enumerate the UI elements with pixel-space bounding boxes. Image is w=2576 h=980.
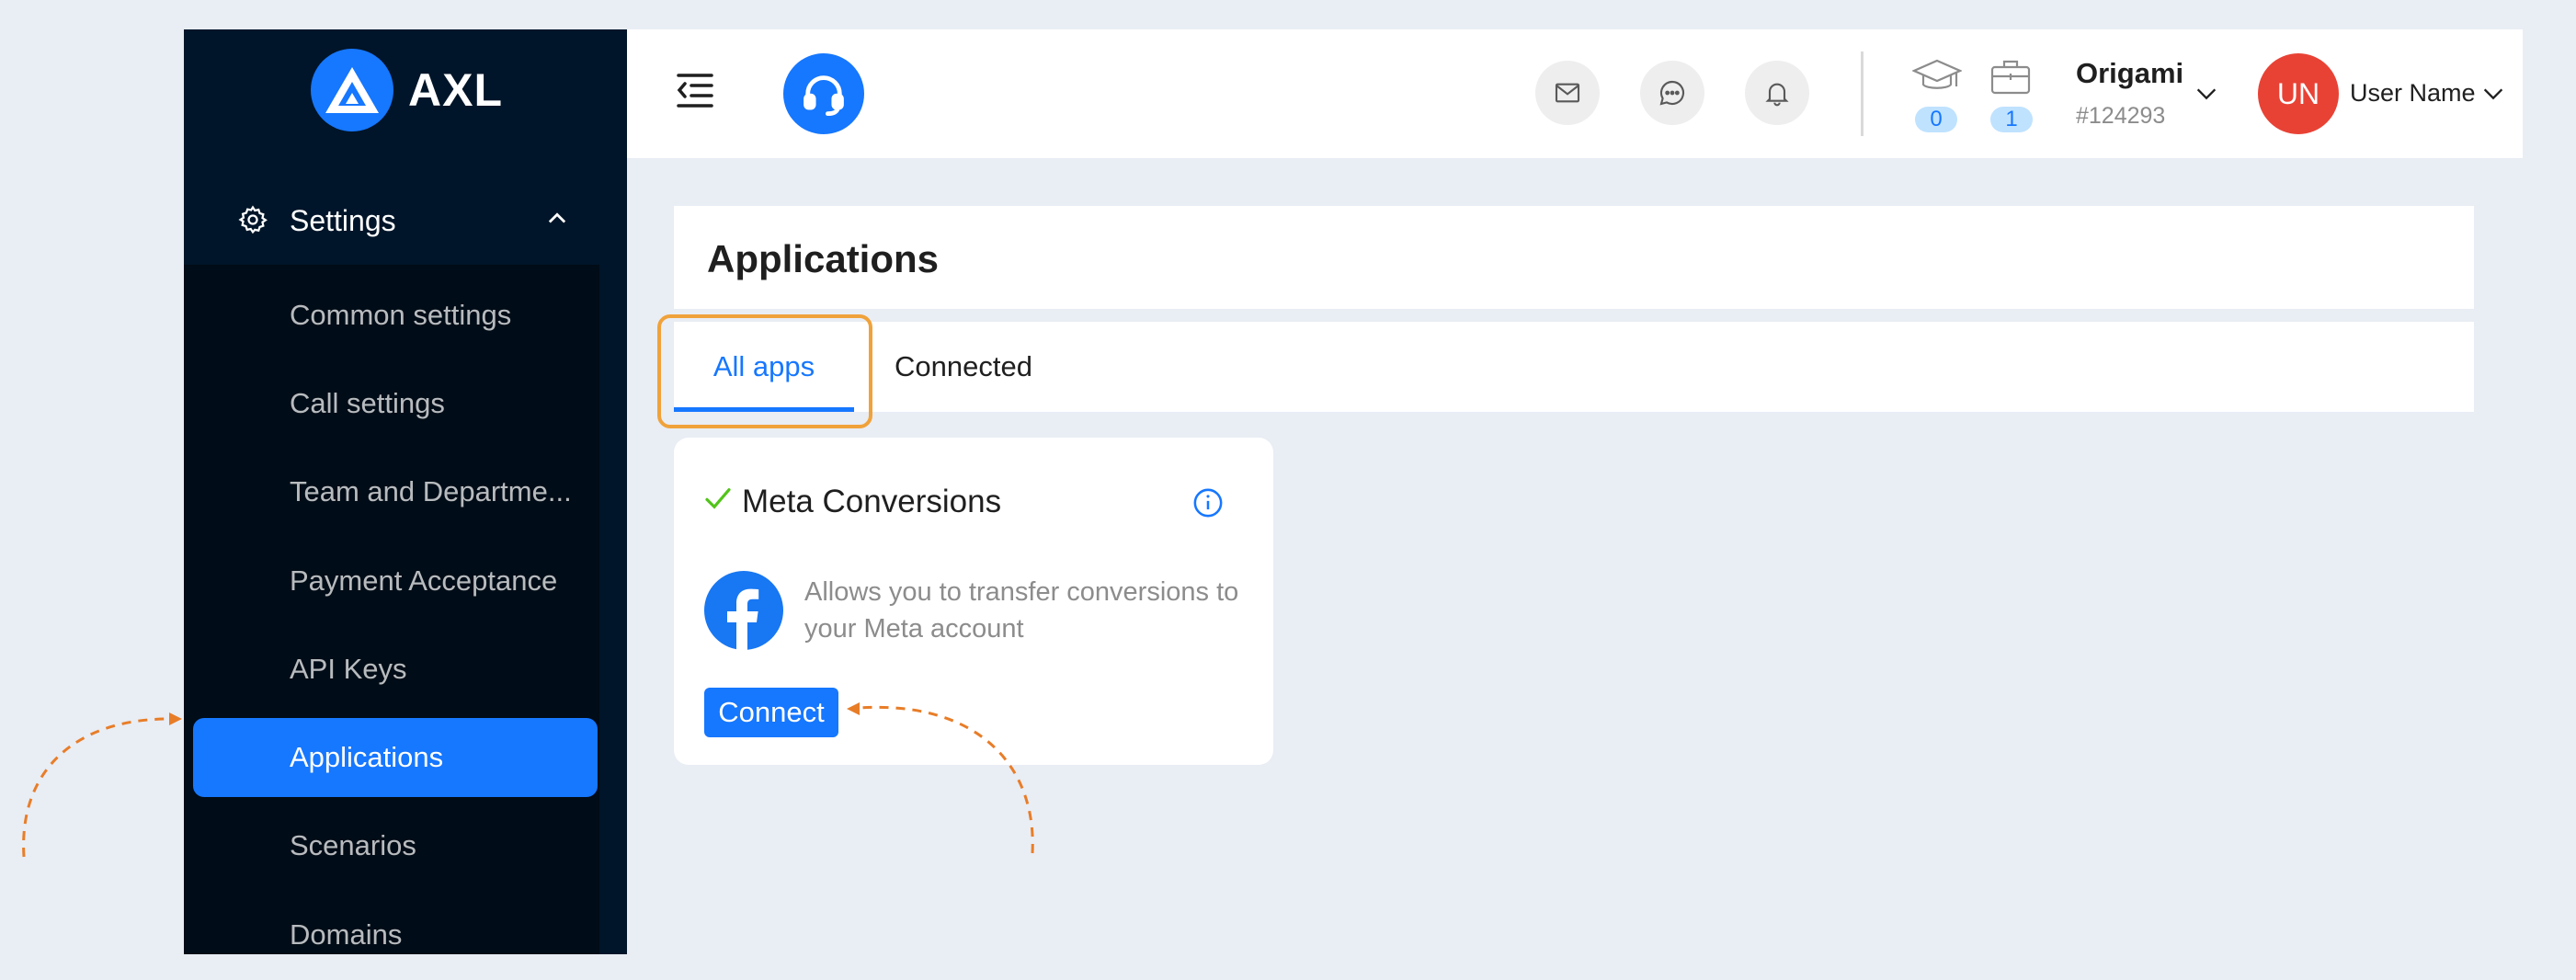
settings-menu-toggle[interactable]: Settings: [184, 186, 627, 256]
graduation-cap-icon[interactable]: [1912, 57, 1962, 97]
mail-button[interactable]: [1535, 61, 1600, 125]
headset-icon: [804, 75, 844, 117]
organization-name[interactable]: Origami: [2076, 57, 2183, 90]
support-button[interactable]: [783, 53, 864, 134]
chat-button[interactable]: [1640, 61, 1704, 125]
sidebar-item-common-settings[interactable]: Common settings: [193, 276, 598, 355]
menu-fold-icon[interactable]: [675, 72, 715, 108]
sidebar-item-applications[interactable]: Applications: [193, 718, 598, 797]
axl-logo-icon: [311, 49, 393, 131]
settings-label: Settings: [290, 203, 396, 237]
page-header-card: Applications: [674, 206, 2474, 309]
courses-count-badge: 0: [1915, 107, 1957, 132]
chat-icon: [1659, 80, 1685, 106]
sidebar: AXL Settings Common settings Call settin…: [184, 29, 627, 954]
organization-id: #124293: [2076, 103, 2166, 129]
annotation-arrow-to-sidebar: [22, 717, 170, 858]
connect-button[interactable]: Connect: [704, 688, 838, 737]
sidebar-item-payment-acceptance[interactable]: Payment Acceptance: [193, 541, 598, 621]
tab-all-apps[interactable]: All apps: [674, 322, 854, 412]
chevron-down-icon[interactable]: [2480, 81, 2506, 107]
mail-icon: [1555, 83, 1580, 103]
page-title: Applications: [707, 237, 940, 280]
sidebar-scrollbar[interactable]: [599, 265, 627, 954]
app-card-meta-conversions: Meta Conversions Allows you to transfer …: [674, 438, 1273, 765]
brand-logo[interactable]: AXL: [311, 48, 503, 132]
tabs-bar: All apps Connected: [674, 322, 2474, 412]
facebook-icon: [704, 571, 783, 650]
app-name: Meta Conversions: [742, 484, 1002, 519]
check-icon: [705, 488, 731, 509]
brand-name: AXL: [408, 64, 503, 116]
header-divider: [1861, 51, 1864, 136]
sidebar-item-call-settings[interactable]: Call settings: [193, 364, 598, 443]
sidebar-item-scenarios[interactable]: Scenarios: [193, 806, 598, 885]
bell-icon: [1765, 83, 1789, 107]
user-name[interactable]: User Name: [2350, 79, 2476, 108]
gear-icon: [238, 205, 268, 234]
projects-count-badge: 1: [1990, 107, 2033, 132]
app-description: Allows you to transfer conversions to yo…: [804, 577, 1239, 644]
notifications-button[interactable]: [1745, 61, 1809, 125]
chevron-down-icon[interactable]: [2194, 81, 2219, 107]
chevron-up-icon: [548, 212, 566, 223]
top-header: 0 1 Origami #124293 UN User Name: [627, 29, 2523, 158]
briefcase-icon[interactable]: [1989, 57, 2032, 97]
sidebar-item-api-keys[interactable]: API Keys: [193, 630, 598, 709]
avatar[interactable]: UN: [2258, 53, 2339, 134]
settings-submenu: Common settings Call settings Team and D…: [184, 265, 599, 954]
sidebar-item-team-departments[interactable]: Team and Departme...: [193, 452, 598, 531]
sidebar-item-domains[interactable]: Domains: [193, 895, 598, 954]
tab-connected[interactable]: Connected: [895, 322, 1032, 412]
info-icon[interactable]: [1192, 487, 1224, 518]
